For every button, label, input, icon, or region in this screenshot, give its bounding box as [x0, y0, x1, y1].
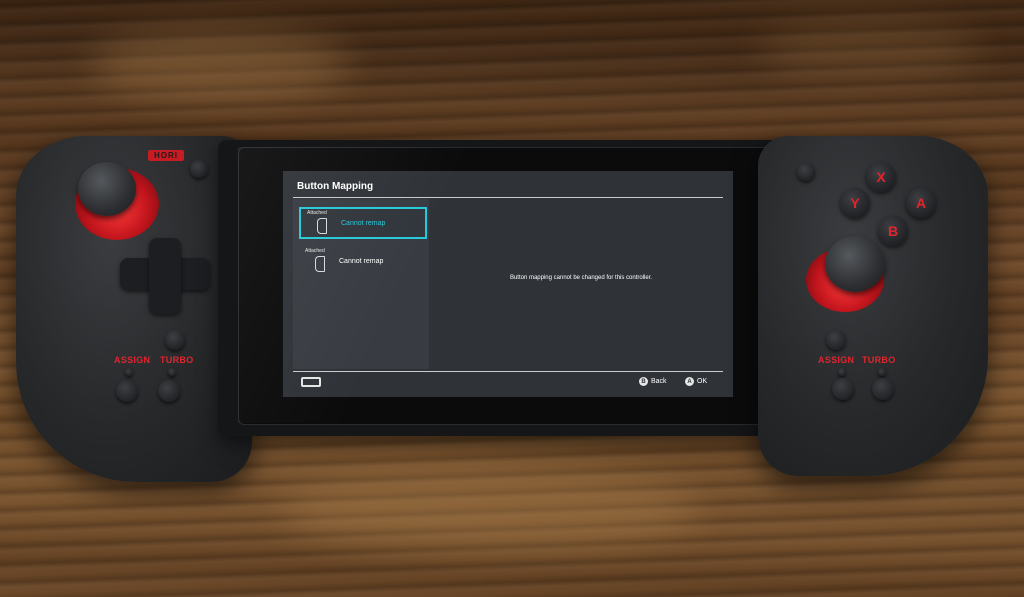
- a-button[interactable]: A: [906, 188, 936, 218]
- left-stick[interactable]: [78, 162, 136, 216]
- assign-button-right[interactable]: [832, 378, 854, 400]
- page-title: Button Mapping: [297, 181, 374, 192]
- assign-label-right: ASSIGN: [818, 355, 855, 365]
- turbo-indicator-right: [878, 368, 886, 376]
- assign-button-left[interactable]: [116, 380, 138, 402]
- back-hint[interactable]: B Back: [639, 377, 667, 386]
- turbo-label-right: TURBO: [862, 355, 896, 365]
- ok-label: OK: [697, 378, 708, 385]
- joycon-icon: [315, 256, 325, 272]
- back-label: Back: [651, 378, 667, 385]
- dpad-vertical[interactable]: [149, 238, 181, 314]
- controller-label: Cannot remap: [339, 258, 384, 265]
- joycon-icon: [317, 218, 327, 234]
- right-stick[interactable]: [825, 236, 885, 292]
- controller-list: Attached Cannot remap Attached Cannot re…: [293, 199, 429, 369]
- y-button[interactable]: Y: [840, 188, 870, 218]
- turbo-indicator-left: [168, 368, 176, 376]
- controller-item-1[interactable]: Attached Cannot remap: [299, 207, 427, 239]
- b-button[interactable]: B: [878, 216, 908, 246]
- turbo-label-left: TURBO: [160, 355, 194, 365]
- header-divider: [293, 197, 723, 198]
- ok-hint[interactable]: A OK: [685, 377, 707, 386]
- plus-button[interactable]: [797, 163, 815, 181]
- controller-status: Attached: [307, 210, 327, 216]
- turbo-button-right[interactable]: [872, 378, 894, 400]
- assign-label-left: ASSIGN: [114, 355, 151, 365]
- x-button[interactable]: X: [866, 162, 896, 192]
- b-button-icon: B: [639, 377, 648, 386]
- wood-highlight: [760, 20, 980, 80]
- controller-icon[interactable]: [301, 377, 321, 387]
- capture-button[interactable]: [165, 330, 185, 350]
- controller-item-2[interactable]: Attached Cannot remap: [299, 247, 427, 279]
- wood-highlight: [280, 470, 700, 550]
- assign-indicator-right: [838, 368, 846, 376]
- home-button[interactable]: [826, 330, 846, 350]
- minus-button[interactable]: [190, 160, 208, 178]
- controller-status: Attached: [305, 248, 325, 254]
- screen: Button Mapping Attached Cannot remap Att…: [283, 171, 733, 397]
- mapping-message: Button mapping cannot be changed for thi…: [509, 275, 653, 281]
- controller-label: Cannot remap: [341, 220, 386, 227]
- footer-divider: [293, 371, 723, 372]
- turbo-button-left[interactable]: [158, 380, 180, 402]
- a-button-icon: A: [685, 377, 694, 386]
- wood-highlight: [90, 30, 350, 100]
- hori-logo: HORI: [148, 150, 184, 161]
- assign-indicator-left: [125, 368, 133, 376]
